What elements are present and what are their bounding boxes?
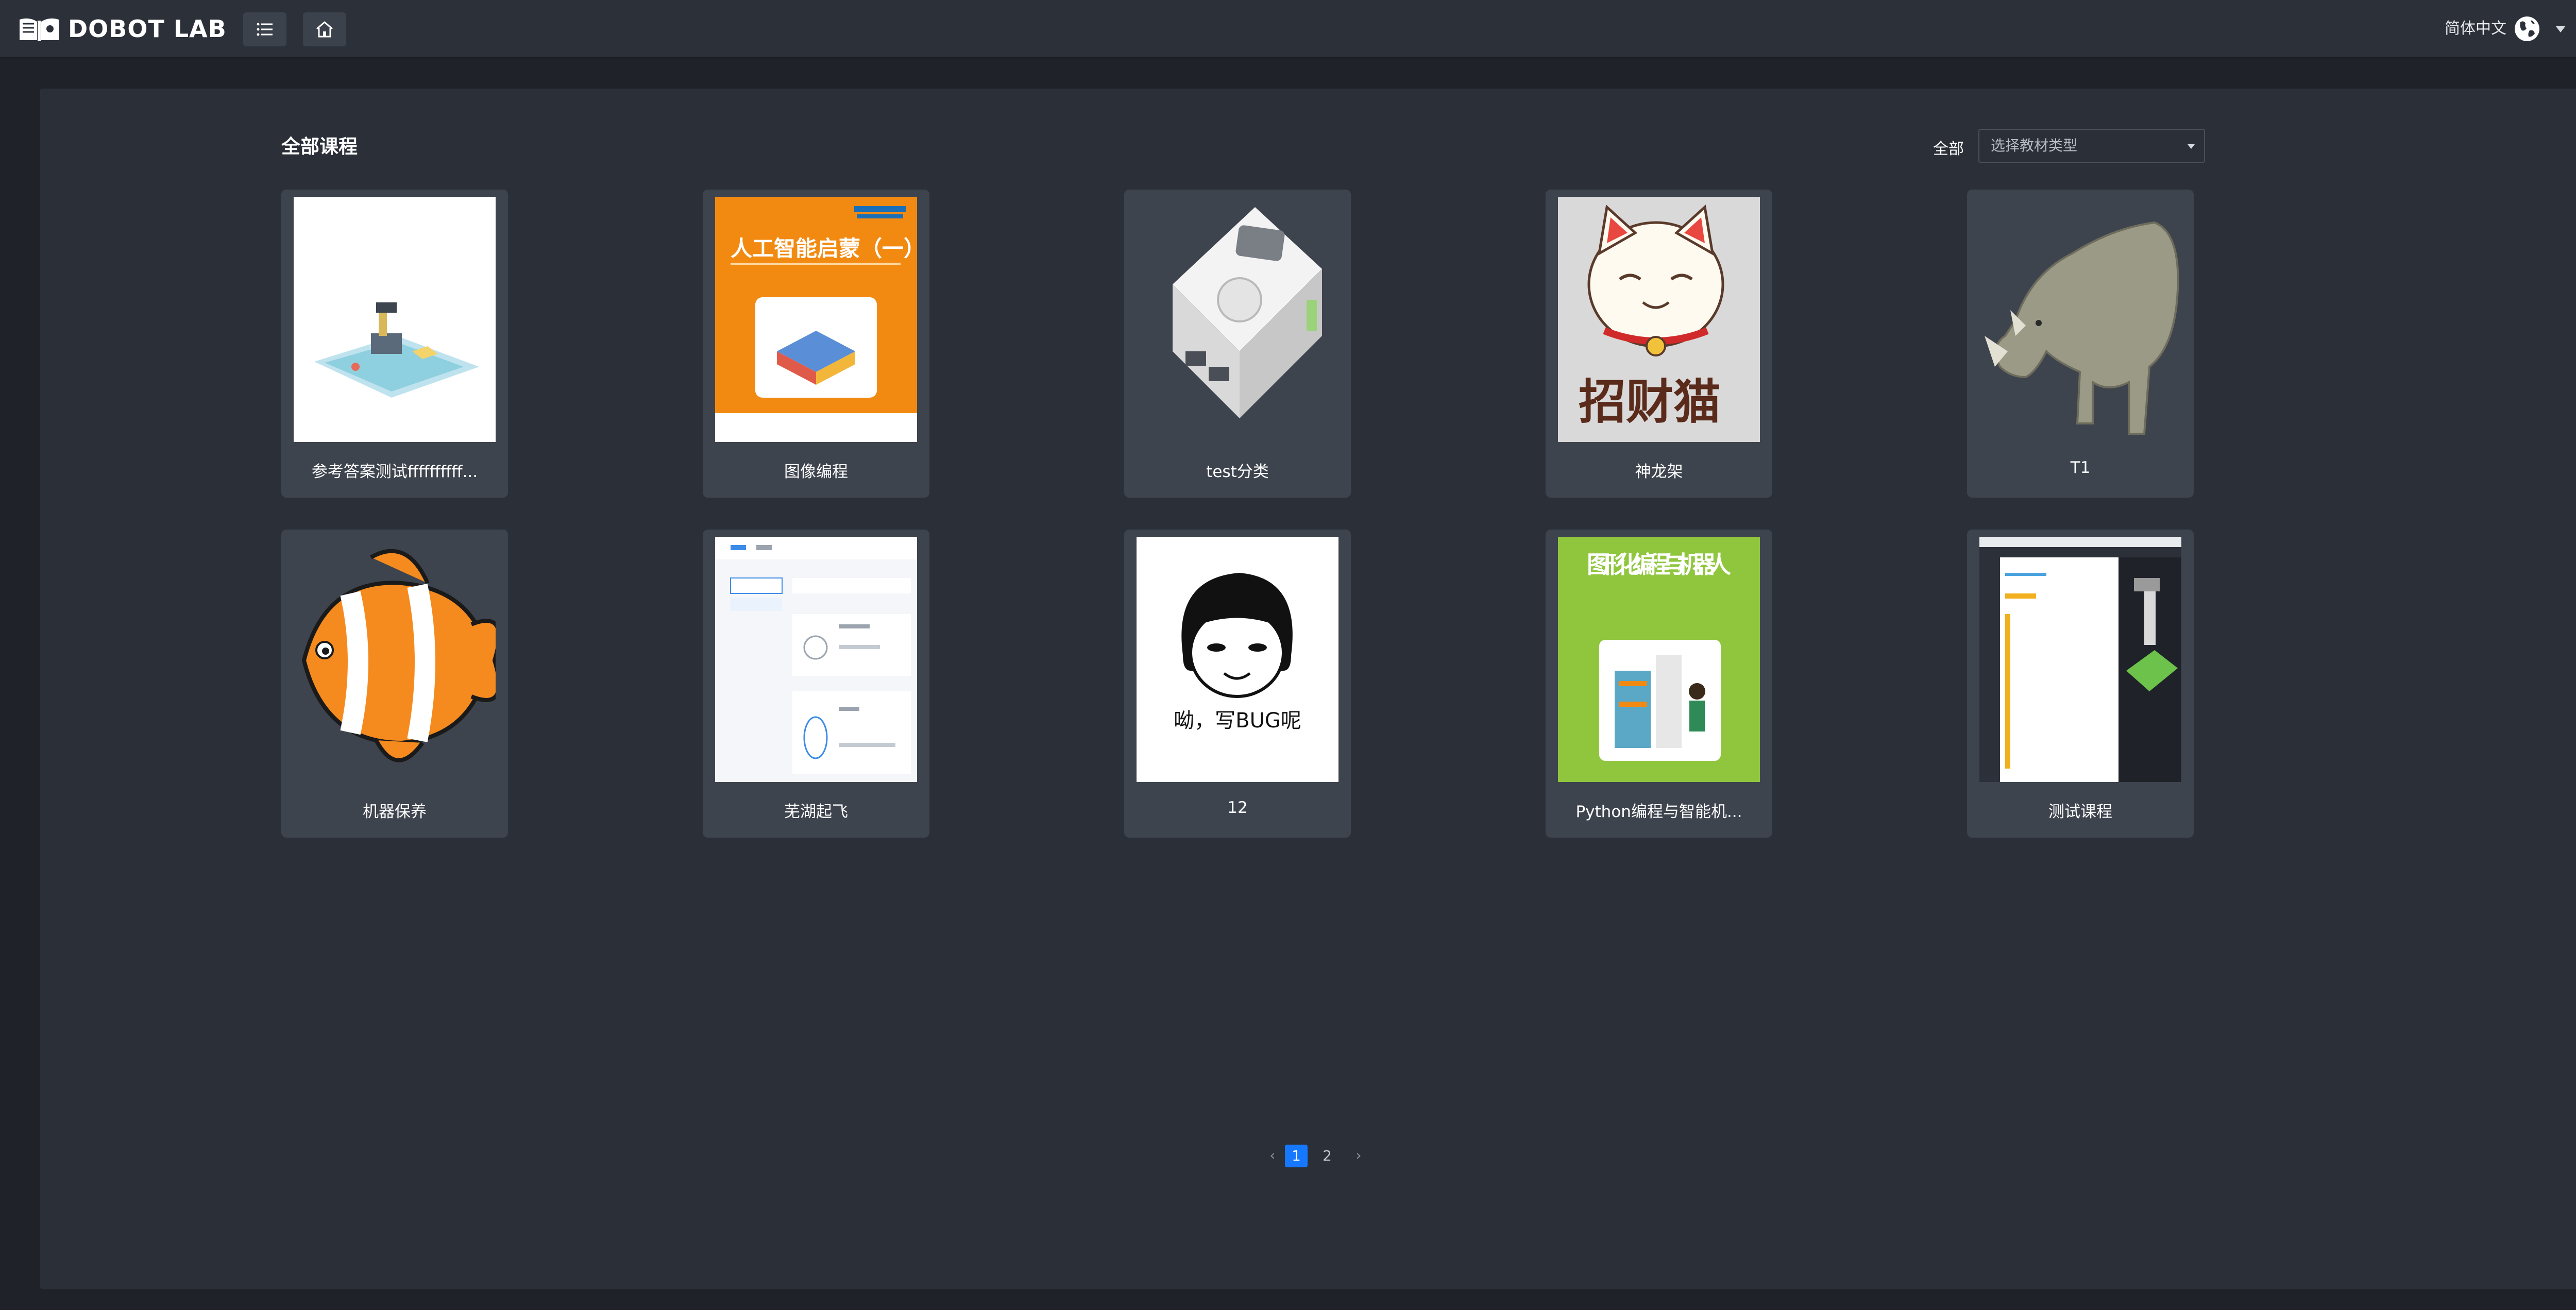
cover-text: 人工智能启蒙（一） <box>731 236 917 261</box>
course-title: 12 <box>1227 798 1248 817</box>
logo[interactable]: DOBOT LAB <box>18 14 227 43</box>
white-device-image <box>1137 197 1338 442</box>
list-icon <box>257 23 273 36</box>
select-placeholder: 选择教材类型 <box>1991 137 2078 154</box>
course-panel: 全部课程 全部 选择教材类型 参考答案测试ffffffffff... 人工智能启… <box>40 89 2576 1289</box>
course-title: T1 <box>2070 458 2091 477</box>
course-card[interactable]: 图形化编程与机器人 Python编程与智能机... <box>1546 530 1772 838</box>
course-card[interactable]: T1 <box>1967 190 2194 498</box>
course-title: Python编程与智能机... <box>1575 803 1742 821</box>
pagination: ‹ 1 2 › <box>0 1145 2576 1167</box>
chevron-down-icon <box>2188 144 2195 149</box>
home-icon <box>316 21 333 38</box>
course-thumbnail: 人工智能启蒙（一） <box>715 197 917 442</box>
course-thumbnail: 招财猫 <box>1558 197 1760 442</box>
course-title: test分类 <box>1206 463 1269 481</box>
course-thumbnail <box>294 537 496 782</box>
rhino-image <box>1979 197 2181 442</box>
course-card[interactable]: 参考答案测试ffffffffff... <box>281 190 508 498</box>
course-title: 图像编程 <box>784 463 848 481</box>
course-title: 神龙架 <box>1635 463 1683 481</box>
course-thumbnail <box>715 537 917 782</box>
green-book-cover-image: 图形化编程与机器人 <box>1558 537 1760 782</box>
cover-text: 图形化编程与机器人 <box>1587 551 1731 579</box>
language-dropdown-icon[interactable] <box>2555 26 2566 32</box>
meme-face-image: 呦，写BUG呢 <box>1137 537 1338 782</box>
robot-arm-mat-image <box>294 197 496 442</box>
course-thumbnail <box>294 197 496 442</box>
course-card[interactable]: test分类 <box>1124 190 1351 498</box>
lucky-cat-image: 招财猫 <box>1558 197 1760 442</box>
software-screenshot-image <box>1979 537 2181 782</box>
cover-text: 呦，写BUG呢 <box>1174 709 1301 733</box>
page-title: 全部课程 <box>281 135 358 158</box>
course-title: 芜湖起飞 <box>784 803 848 821</box>
course-thumbnail <box>1979 197 2181 442</box>
course-card[interactable]: 呦，写BUG呢 12 <box>1124 530 1351 838</box>
logo-text: DOBOT LAB <box>68 15 227 43</box>
material-type-select[interactable]: 选择教材类型 <box>1978 129 2205 163</box>
top-bar: DOBOT LAB 简体中文 <box>0 0 2576 58</box>
course-card[interactable]: 机器保养 <box>281 530 508 838</box>
course-title: 测试课程 <box>2048 803 2112 821</box>
cover-text: 招财猫 <box>1579 374 1721 430</box>
course-thumbnail: 图形化编程与机器人 <box>1558 537 1760 782</box>
language-selector[interactable]: 简体中文 <box>2445 16 2506 41</box>
chevron-right-icon[interactable]: › <box>1351 1148 1366 1163</box>
ui-screenshot-image <box>715 537 917 782</box>
course-card[interactable]: 测试课程 <box>1967 530 2194 838</box>
course-card[interactable]: 芜湖起飞 <box>703 530 929 838</box>
course-thumbnail: 呦，写BUG呢 <box>1137 537 1338 782</box>
course-card[interactable]: 招财猫 神龙架 <box>1546 190 1772 498</box>
course-thumbnail <box>1979 537 2181 782</box>
home-button[interactable] <box>303 12 346 46</box>
clownfish-image <box>294 537 496 782</box>
course-title: 机器保养 <box>363 803 427 821</box>
filter-label: 全部 <box>1933 140 1964 158</box>
menu-button[interactable] <box>243 12 286 46</box>
course-card[interactable]: 人工智能启蒙（一） 图像编程 <box>703 190 929 498</box>
ai-book-cover-image: 人工智能启蒙（一） <box>715 197 917 442</box>
book-logo-icon <box>20 18 59 41</box>
page-2-button[interactable]: 2 <box>1316 1145 1338 1167</box>
globe-icon[interactable] <box>2513 15 2541 43</box>
course-title: 参考答案测试ffffffffff... <box>311 463 478 481</box>
chevron-left-icon[interactable]: ‹ <box>1265 1148 1280 1163</box>
course-thumbnail <box>1137 197 1338 442</box>
page-1-button[interactable]: 1 <box>1285 1145 1308 1167</box>
